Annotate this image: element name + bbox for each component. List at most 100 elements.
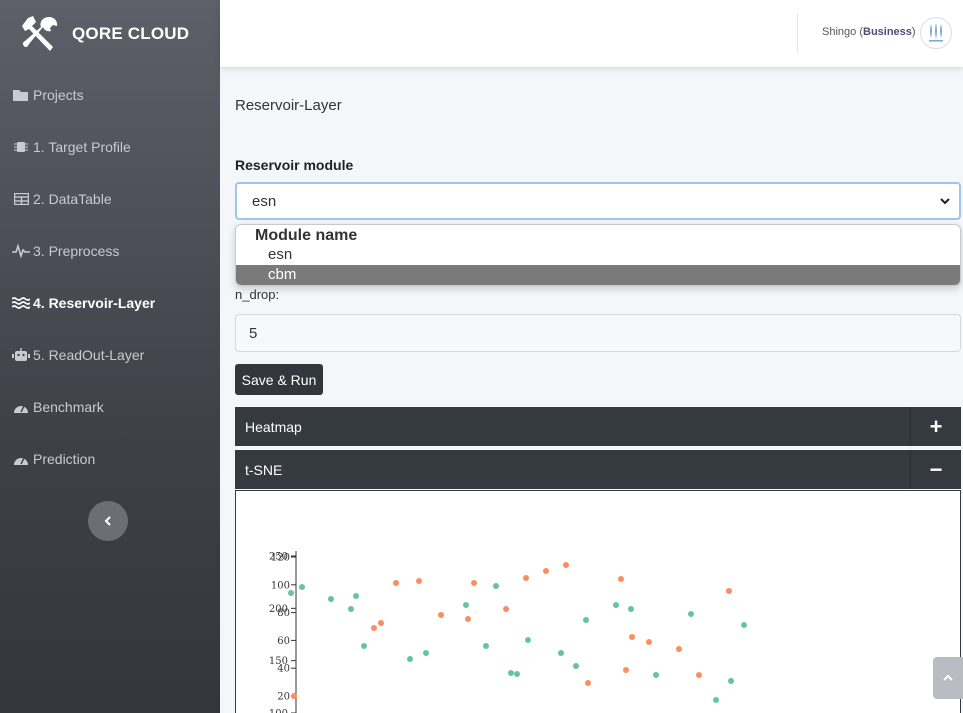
sidebar-item-readout-layer[interactable]: 5. ReadOut-Layer: [12, 344, 144, 366]
scatter-point: [416, 578, 422, 584]
scatter-point: [525, 637, 531, 643]
scatter-point: [629, 634, 635, 640]
water-icon: [12, 296, 30, 310]
overlay-tick-label: 150: [269, 656, 288, 667]
overlay-tick-label: 200: [269, 604, 288, 615]
tsne-scatter-chart: 20406080100120100150200250: [269, 551, 747, 713]
overlay-tick-label: 100: [269, 709, 288, 713]
scatter-point: [493, 583, 499, 589]
gauge-icon: [12, 400, 30, 414]
scatter-point: [299, 584, 305, 590]
user-name: Shingo: [822, 26, 857, 38]
scatter-point: [361, 643, 367, 649]
scatter-point: [623, 667, 629, 673]
scatter-point: [653, 672, 659, 678]
scatter-point: [465, 616, 471, 622]
panel-title: t-SNE: [245, 461, 283, 478]
scatter-point: [523, 575, 529, 581]
scatter-point: [543, 568, 549, 574]
scatter-point: [688, 611, 694, 617]
pulse-icon: [12, 244, 30, 258]
module-dropdown-list: Module name esn cbm: [235, 224, 961, 286]
sidebar-item-preprocess[interactable]: 3. Preprocess: [12, 240, 119, 262]
topbar-divider: [797, 14, 798, 52]
avatar-logo-icon: [929, 23, 943, 42]
y-tick-label: 20: [277, 692, 290, 703]
sidebar-item-datatable[interactable]: 2. DataTable: [12, 188, 112, 210]
reservoir-module-label: Reservoir module: [235, 157, 354, 173]
sidebar: QORE CLOUD Projects 1. Target Profile 2.…: [0, 0, 220, 713]
scatter-point: [613, 602, 619, 608]
tools-logo-icon: [22, 16, 58, 51]
brand[interactable]: QORE CLOUD: [20, 14, 189, 54]
overlay-tick-label: 250: [269, 552, 288, 563]
scatter-point: [583, 617, 589, 623]
avatar[interactable]: [920, 17, 952, 49]
scatter-point: [508, 670, 514, 676]
scatter-point: [371, 625, 377, 631]
robot-icon: [12, 348, 30, 362]
folder-icon: [12, 88, 30, 102]
scatter-point: [328, 596, 334, 602]
sidebar-item-reservoir-layer[interactable]: 4. Reservoir-Layer: [12, 292, 155, 314]
scatter-point: [378, 620, 384, 626]
page-title: Reservoir-Layer: [235, 97, 342, 114]
y-tick-label: 60: [277, 636, 290, 647]
sidebar-item-benchmark[interactable]: Benchmark: [12, 396, 104, 418]
sidebar-item-target-profile[interactable]: 1. Target Profile: [12, 136, 131, 158]
scroll-top-button[interactable]: [933, 657, 963, 699]
dropdown-option-esn[interactable]: esn: [236, 245, 960, 265]
brand-name: QORE CLOUD: [72, 24, 190, 43]
scatter-point: [407, 656, 413, 662]
sidebar-item-prediction[interactable]: Prediction: [12, 448, 95, 470]
user-plan: Business: [863, 26, 912, 38]
sidebar-item-label: 1. Target Profile: [33, 139, 131, 155]
chevron-down-icon: [940, 198, 950, 205]
scatter-point: [728, 678, 734, 684]
scatter-point: [288, 590, 294, 596]
scatter-point: [423, 650, 429, 656]
n-drop-label: n_drop:: [235, 287, 280, 302]
scatter-point: [696, 672, 702, 678]
sidebar-collapse-button[interactable]: [88, 501, 128, 541]
heatmap-panel-header[interactable]: Heatmap +: [235, 407, 961, 446]
sidebar-item-label: 4. Reservoir-Layer: [33, 295, 156, 311]
scatter-point: [713, 697, 719, 703]
scatter-point: [618, 576, 624, 582]
top-bar: Shingo (Business): [220, 0, 963, 67]
user-label[interactable]: Shingo (Business): [822, 26, 916, 38]
scatter-point: [514, 671, 520, 677]
dropdown-group-label: Module name: [255, 227, 358, 244]
scatter-point: [558, 650, 564, 656]
scatter-point: [393, 580, 399, 586]
sidebar-item-label: 2. DataTable: [33, 191, 112, 207]
scatter-point: [503, 606, 509, 612]
save-run-button[interactable]: Save & Run: [235, 364, 323, 395]
panel-title: Heatmap: [245, 418, 302, 435]
chevron-left-icon: [104, 516, 111, 526]
scatter-point: [573, 663, 579, 669]
sidebar-item-label: Benchmark: [33, 399, 104, 415]
scatter-point: [563, 562, 569, 568]
scatter-point: [471, 580, 477, 586]
sidebar-item-label: 3. Preprocess: [33, 243, 120, 259]
scatter-point: [463, 602, 469, 608]
chip-icon: [12, 140, 30, 154]
collapse-icon[interactable]: −: [910, 450, 961, 489]
gauge-icon: [12, 452, 30, 466]
scatter-point: [291, 693, 297, 699]
scatter-point: [628, 606, 634, 612]
sidebar-item-projects[interactable]: Projects: [12, 84, 84, 106]
scatter-point: [438, 612, 444, 618]
expand-icon[interactable]: +: [910, 407, 961, 446]
table-icon: [12, 192, 30, 206]
sidebar-item-label: Projects: [33, 87, 84, 103]
dropdown-option-cbm[interactable]: cbm: [236, 265, 960, 285]
tsne-panel-header[interactable]: t-SNE −: [235, 450, 961, 489]
n-drop-input[interactable]: 5: [235, 314, 961, 352]
sidebar-item-label: Prediction: [33, 451, 96, 467]
sidebar-item-label: 5. ReadOut-Layer: [33, 347, 145, 363]
scatter-point: [741, 622, 747, 628]
reservoir-module-select[interactable]: esn: [235, 182, 961, 220]
scatter-point: [585, 680, 591, 686]
